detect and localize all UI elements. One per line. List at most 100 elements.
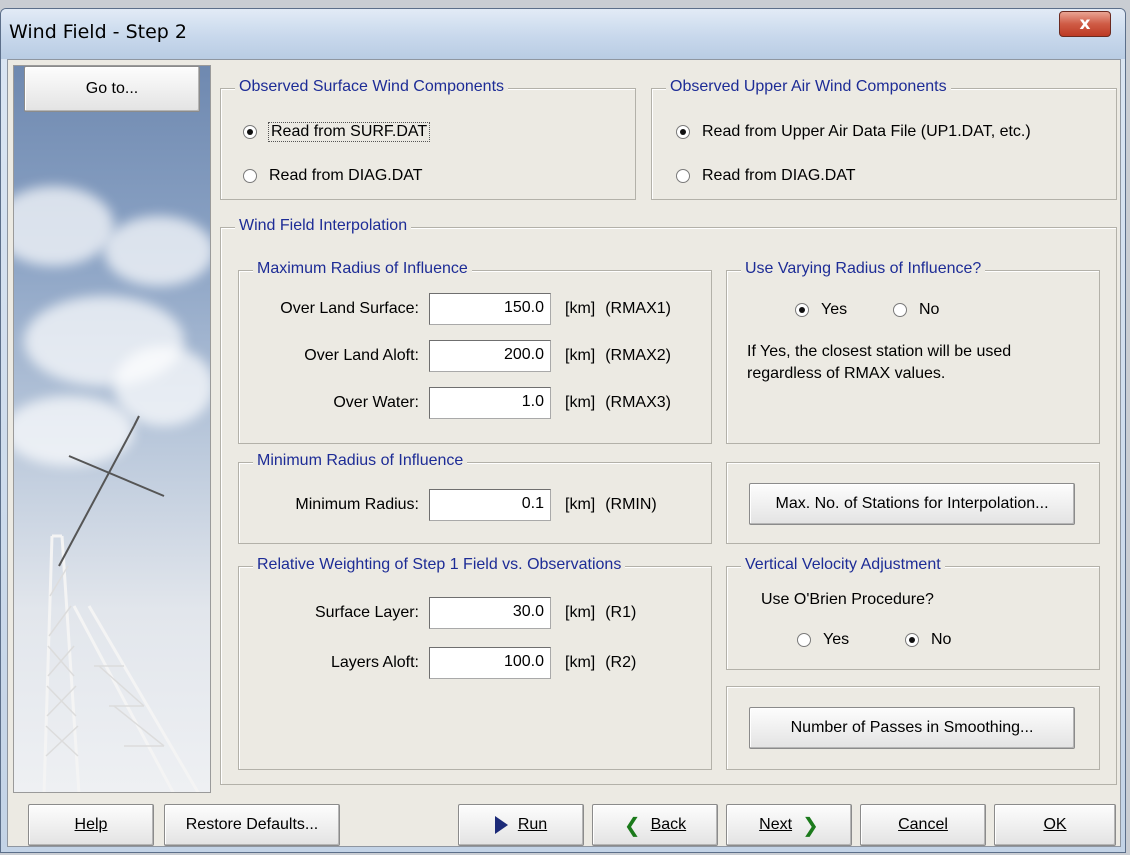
- restore-defaults-button[interactable]: Restore Defaults...: [164, 804, 340, 846]
- interpolation-legend: Wind Field Interpolation: [235, 217, 412, 235]
- restore-defaults-label: Restore Defaults...: [185, 816, 319, 833]
- title-bar[interactable]: Wind Field - Step 2 x: [1, 9, 1125, 59]
- smoothing-button[interactable]: Number of Passes in Smoothing...: [749, 707, 1075, 749]
- rmax2-input[interactable]: 200.0: [429, 340, 551, 372]
- weighting-group: Relative Weighting of Step 1 Field vs. O…: [238, 556, 712, 770]
- r1-label: Surface Layer:: [314, 604, 419, 621]
- radio-icon[interactable]: [905, 633, 919, 647]
- window-title: Wind Field - Step 2: [9, 21, 187, 43]
- upper-air-legend: Observed Upper Air Wind Components: [666, 78, 951, 96]
- obrien-yes-label: Yes: [823, 631, 850, 648]
- dialog-client: Go to... Observed Surface Wind Component…: [7, 59, 1121, 847]
- run-button[interactable]: Run: [458, 804, 584, 846]
- surface-wind-legend: Observed Surface Wind Components: [235, 78, 509, 96]
- upper-option-file[interactable]: Read from Upper Air Data File (UP1.DAT, …: [676, 123, 1031, 141]
- upper-option-diag-label: Read from DIAG.DAT: [702, 167, 856, 184]
- rmax2-unit: [km]: [565, 347, 596, 364]
- r2-unit: [km]: [565, 654, 596, 671]
- varying-no-label: No: [919, 301, 940, 318]
- goto-button[interactable]: Go to...: [24, 66, 200, 112]
- close-icon: x: [1079, 14, 1091, 34]
- max-stations-group: Max. No. of Stations for Interpolation..…: [726, 462, 1100, 544]
- varying-note-line2: regardless of RMAX values.: [747, 365, 946, 382]
- rmax2-code: (RMAX2): [605, 347, 671, 364]
- back-button[interactable]: ❮ Back: [592, 804, 718, 846]
- rmin-row: Minimum Radius: 0.1 [km] (RMIN): [239, 489, 657, 521]
- r1-unit: [km]: [565, 604, 596, 621]
- rmin-label: Minimum Radius:: [295, 496, 419, 513]
- surface-wind-group: Observed Surface Wind Components Read fr…: [220, 78, 636, 200]
- radio-icon[interactable]: [243, 169, 257, 183]
- cancel-button[interactable]: Cancel: [860, 804, 986, 846]
- upper-option-diag[interactable]: Read from DIAG.DAT: [676, 167, 856, 185]
- smoothing-group: Number of Passes in Smoothing...: [726, 686, 1100, 770]
- rmax1-unit: [km]: [565, 300, 596, 317]
- min-radius-legend: Minimum Radius of Influence: [253, 452, 468, 470]
- chevron-left-icon: ❮: [623, 813, 641, 837]
- varying-no[interactable]: No: [893, 301, 939, 319]
- varying-yes-label: Yes: [821, 301, 848, 318]
- upper-option-file-label: Read from Upper Air Data File (UP1.DAT, …: [702, 123, 1031, 140]
- vertical-velocity-legend: Vertical Velocity Adjustment: [741, 556, 945, 574]
- wind-field-window: Wind Field - Step 2 x Go to... Observed …: [0, 8, 1126, 853]
- rmax3-input[interactable]: 1.0: [429, 387, 551, 419]
- rmax3-label: Over Water:: [333, 394, 419, 411]
- tower-illustration: [42, 415, 200, 792]
- radio-icon[interactable]: [243, 125, 257, 139]
- ok-label: OK: [1043, 816, 1067, 833]
- obrien-yes[interactable]: Yes: [797, 631, 849, 649]
- surface-option-surf-label: Read from SURF.DAT: [267, 122, 431, 142]
- r1-row: Surface Layer: 30.0 [km] (R1): [239, 597, 636, 629]
- rmax3-code: (RMAX3): [605, 394, 671, 411]
- radio-icon[interactable]: [893, 303, 907, 317]
- max-radius-legend: Maximum Radius of Influence: [253, 260, 472, 278]
- help-label: Help: [74, 816, 108, 833]
- varying-radius-group: Use Varying Radius of Influence? Yes No …: [726, 260, 1100, 444]
- rmax1-row: Over Land Surface: 150.0 [km] (RMAX1): [239, 293, 671, 325]
- varying-note-line1: If Yes, the closest station will be used: [747, 343, 1012, 360]
- rmax2-label: Over Land Aloft:: [304, 347, 419, 364]
- obrien-question: Use O'Brien Procedure?: [761, 591, 934, 608]
- rmin-input[interactable]: 0.1: [429, 489, 551, 521]
- tower-sky-image: [13, 65, 211, 793]
- next-button[interactable]: Next ❯: [726, 804, 852, 846]
- weighting-legend: Relative Weighting of Step 1 Field vs. O…: [253, 556, 626, 574]
- play-icon: [494, 816, 508, 834]
- help-button[interactable]: Help: [28, 804, 154, 846]
- next-label: Next: [759, 816, 793, 833]
- radio-icon[interactable]: [676, 169, 690, 183]
- r2-row: Layers Aloft: 100.0 [km] (R2): [239, 647, 636, 679]
- max-radius-group: Maximum Radius of Influence Over Land Su…: [238, 260, 712, 444]
- rmax1-input[interactable]: 150.0: [429, 293, 551, 325]
- r2-input[interactable]: 100.0: [429, 647, 551, 679]
- r2-label: Layers Aloft:: [330, 654, 419, 671]
- min-radius-group: Minimum Radius of Influence Minimum Radi…: [238, 452, 712, 544]
- r1-input[interactable]: 30.0: [429, 597, 551, 629]
- upper-air-group: Observed Upper Air Wind Components Read …: [651, 78, 1117, 200]
- run-label: Run: [517, 816, 548, 833]
- rmin-code: (RMIN): [605, 496, 657, 513]
- obrien-no[interactable]: No: [905, 631, 951, 649]
- rmax3-row: Over Water: 1.0 [km] (RMAX3): [239, 387, 671, 419]
- rmax2-row: Over Land Aloft: 200.0 [km] (RMAX2): [239, 340, 671, 372]
- ok-button[interactable]: OK: [994, 804, 1116, 846]
- radio-icon[interactable]: [797, 633, 811, 647]
- rmax1-code: (RMAX1): [605, 300, 671, 317]
- surface-option-surf[interactable]: Read from SURF.DAT: [243, 122, 431, 142]
- obrien-no-label: No: [931, 631, 952, 648]
- radio-icon[interactable]: [795, 303, 809, 317]
- radio-icon[interactable]: [676, 125, 690, 139]
- vertical-velocity-group: Vertical Velocity Adjustment Use O'Brien…: [726, 556, 1100, 670]
- rmin-unit: [km]: [565, 496, 596, 513]
- max-stations-button[interactable]: Max. No. of Stations for Interpolation..…: [749, 483, 1075, 525]
- varying-yes[interactable]: Yes: [795, 301, 847, 319]
- close-button[interactable]: x: [1059, 11, 1111, 37]
- r1-code: (R1): [605, 604, 637, 621]
- r2-code: (R2): [605, 654, 637, 671]
- cancel-label: Cancel: [898, 816, 948, 833]
- back-label: Back: [650, 816, 687, 833]
- rmax1-label: Over Land Surface:: [280, 300, 419, 317]
- varying-radius-legend: Use Varying Radius of Influence?: [741, 260, 986, 278]
- chevron-right-icon: ❯: [802, 813, 819, 837]
- surface-option-diag[interactable]: Read from DIAG.DAT: [243, 167, 423, 185]
